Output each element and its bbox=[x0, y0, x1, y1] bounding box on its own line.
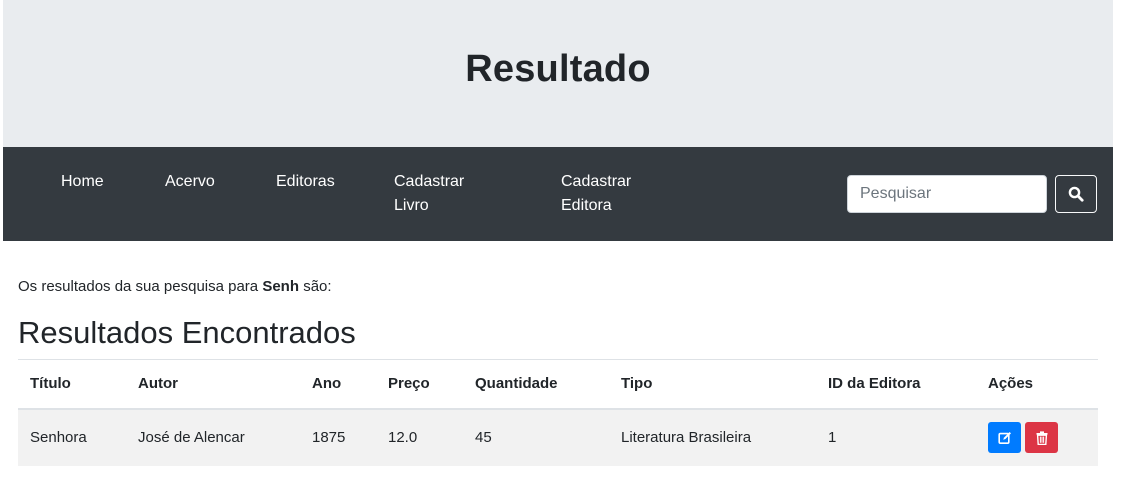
column-header-preco: Preço bbox=[376, 359, 463, 410]
delete-button[interactable] bbox=[1025, 422, 1058, 453]
section-title: Resultados Encontrados bbox=[18, 315, 356, 350]
nav-link-cadastrar-livro[interactable]: Cadastrar Livro bbox=[394, 170, 484, 218]
column-header-quantidade: Quantidade bbox=[463, 359, 609, 410]
column-header-ano: Ano bbox=[300, 359, 376, 410]
navbar: Home Acervo Editoras Cadastrar Livro Cad… bbox=[3, 147, 1113, 241]
page-title: Resultado bbox=[465, 48, 651, 90]
cell-quantidade: 45 bbox=[463, 408, 609, 466]
page: Resultado Home Acervo Editoras Cadastrar… bbox=[0, 0, 1123, 479]
column-header-tipo: Tipo bbox=[609, 359, 816, 410]
edit-icon bbox=[997, 431, 1011, 444]
cell-ano: 1875 bbox=[300, 408, 376, 466]
cell-titulo: Senhora bbox=[18, 408, 126, 466]
table-row: Senhora José de Alencar 1875 12.0 45 Lit… bbox=[18, 408, 1098, 466]
search-term: Senh bbox=[262, 278, 300, 295]
results-table: Título Autor Ano Preço Quantidade Tipo I… bbox=[18, 359, 1098, 466]
header-banner: Resultado bbox=[3, 0, 1113, 147]
cell-autor: José de Alencar bbox=[126, 408, 300, 466]
result-prefix: Os resultados da sua pesquisa para bbox=[18, 278, 259, 295]
nav-link-cadastrar-editora[interactable]: Cadastrar Editora bbox=[561, 170, 651, 218]
cell-acoes bbox=[976, 408, 1098, 466]
trash-icon bbox=[1036, 430, 1047, 445]
nav-link-home[interactable]: Home bbox=[61, 170, 104, 194]
table-header-row: Título Autor Ano Preço Quantidade Tipo I… bbox=[18, 359, 1098, 410]
nav-link-editoras[interactable]: Editoras bbox=[276, 170, 335, 194]
result-suffix: são: bbox=[303, 278, 332, 295]
search-input[interactable] bbox=[847, 175, 1047, 213]
column-header-id-editora: ID da Editora bbox=[816, 359, 976, 410]
result-summary: Os resultados da sua pesquisa para Senh … bbox=[18, 276, 332, 298]
cell-id-editora: 1 bbox=[816, 408, 976, 466]
column-header-titulo: Título bbox=[18, 359, 126, 410]
cell-tipo: Literatura Brasileira bbox=[609, 408, 816, 466]
cell-preco: 12.0 bbox=[376, 408, 463, 466]
search-button[interactable] bbox=[1055, 175, 1097, 213]
column-header-autor: Autor bbox=[126, 359, 300, 410]
search-icon bbox=[1068, 186, 1084, 202]
column-header-acoes: Ações bbox=[976, 359, 1098, 410]
nav-link-acervo[interactable]: Acervo bbox=[165, 170, 215, 194]
edit-button[interactable] bbox=[988, 422, 1021, 453]
